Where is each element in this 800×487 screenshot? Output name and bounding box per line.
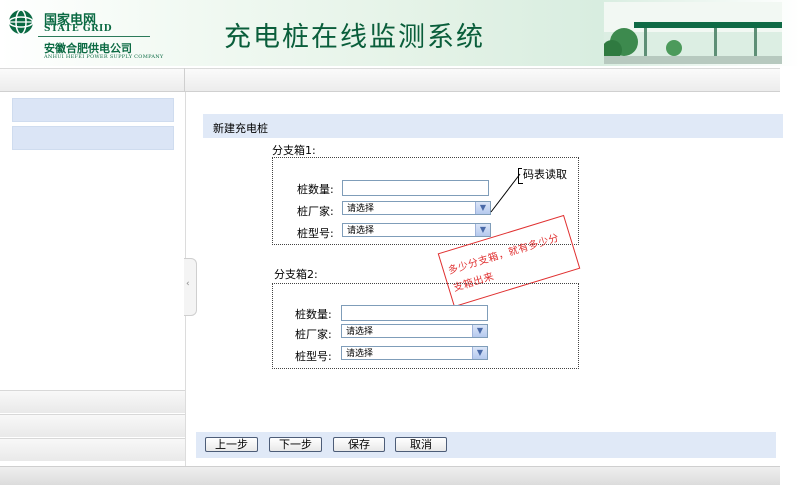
model-label: 桩型号: xyxy=(295,350,332,363)
select-value: 请选择 xyxy=(346,327,374,337)
callout-note: 码表读取 xyxy=(522,166,568,182)
maker-label: 桩厂家: xyxy=(295,328,332,341)
chevron-down-icon[interactable]: ▼ xyxy=(472,347,487,359)
sidebar xyxy=(0,92,186,467)
group-label: 分支箱2: xyxy=(274,268,318,281)
select-value: 请选择 xyxy=(347,226,375,236)
chevron-left-icon: ‹ xyxy=(186,279,190,289)
count-label: 桩数量: xyxy=(295,308,332,321)
sidebar-footer-bar-3[interactable] xyxy=(0,438,185,461)
maker-label: 桩厂家: xyxy=(297,205,334,218)
sidebar-item-2[interactable] xyxy=(12,126,174,150)
model-label: 桩型号: xyxy=(297,227,334,240)
company-name-en: ANHUI HEFEI POWER SUPPLY COMPANY xyxy=(44,54,164,60)
sidebar-footer-bar-1[interactable] xyxy=(0,390,185,413)
toolbar-separator xyxy=(184,68,185,92)
section-header xyxy=(203,114,783,138)
save-button[interactable]: 保存 xyxy=(333,437,385,452)
sidebar-item-1[interactable] xyxy=(12,98,174,122)
status-footer xyxy=(0,466,780,485)
select-value: 请选择 xyxy=(346,349,374,359)
maker-select[interactable]: 请选择 ▼ xyxy=(341,324,488,338)
top-toolbar xyxy=(0,68,780,92)
logo-divider xyxy=(38,36,150,37)
select-value: 请选择 xyxy=(347,204,375,214)
prev-step-button[interactable]: 上一步 xyxy=(205,437,258,452)
system-title: 充电桩在线监测系统 xyxy=(224,22,485,53)
next-step-button[interactable]: 下一步 xyxy=(269,437,322,452)
model-select[interactable]: 请选择 ▼ xyxy=(341,346,488,360)
group-label: 分支箱1: xyxy=(272,144,316,157)
count-input[interactable] xyxy=(342,180,489,196)
chevron-down-icon[interactable]: ▼ xyxy=(472,325,487,337)
logo-text-en: STATE GRID xyxy=(44,24,113,34)
sidebar-footer-bar-2[interactable] xyxy=(0,414,185,437)
state-grid-logo-icon xyxy=(8,9,34,35)
charging-station-photo xyxy=(604,2,782,64)
section-title: 新建充电桩 xyxy=(213,122,268,135)
model-select[interactable]: 请选择 ▼ xyxy=(342,223,491,237)
cancel-button[interactable]: 取消 xyxy=(395,437,447,452)
count-input[interactable] xyxy=(341,305,488,321)
chevron-down-icon[interactable]: ▼ xyxy=(475,224,490,236)
sidebar-collapse-toggle[interactable]: ‹ xyxy=(184,258,197,316)
count-label: 桩数量: xyxy=(297,183,334,196)
maker-select[interactable]: 请选择 ▼ xyxy=(342,201,491,215)
